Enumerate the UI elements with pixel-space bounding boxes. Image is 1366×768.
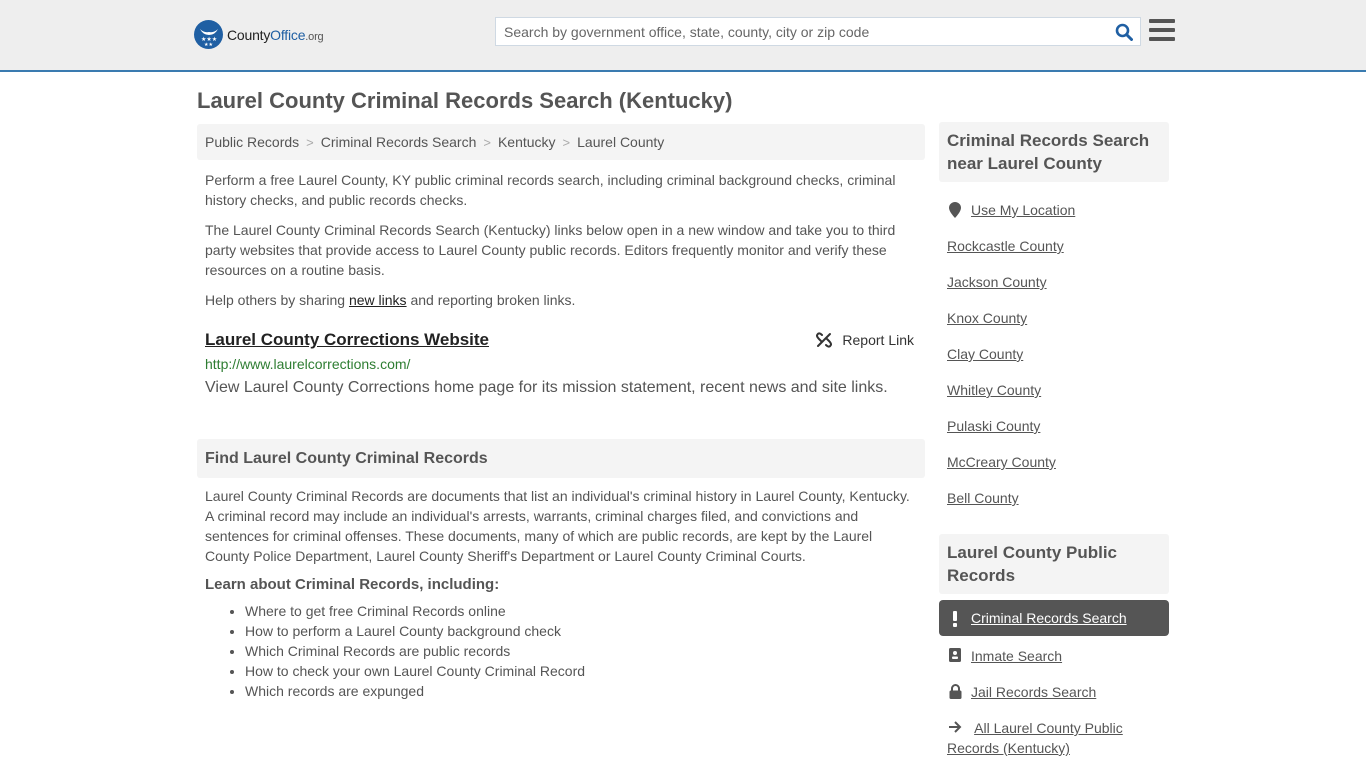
all-public-records-link[interactable]: All Laurel County Public Records (Kentuc… — [947, 720, 1123, 756]
search-bar — [495, 17, 1141, 46]
intro-paragraph: Perform a free Laurel County, KY public … — [205, 172, 896, 208]
nearby-county-link[interactable]: Clay County — [947, 344, 1023, 364]
site-header: ★★★ ★★ CountyOffice.org — [0, 0, 1366, 72]
use-my-location-item: Use My Location — [939, 190, 1169, 226]
logo-text: CountyOffice.org — [227, 26, 324, 43]
nearby-county-item: Knox County — [939, 298, 1169, 334]
resource-link-title[interactable]: Laurel County Corrections Website — [205, 330, 489, 349]
nearby-county-item: Rockcastle County — [939, 226, 1169, 262]
search-icon — [1115, 23, 1133, 41]
site-logo[interactable]: ★★★ ★★ CountyOffice.org — [194, 20, 324, 49]
public-records-heading: Laurel County Public Records — [939, 534, 1169, 594]
breadcrumb-kentucky[interactable]: Kentucky — [498, 134, 556, 150]
breadcrumb-public-records[interactable]: Public Records — [205, 134, 299, 150]
nearby-county-link[interactable]: Rockcastle County — [947, 236, 1064, 256]
resource-link-entry: Laurel County Corrections Website Report… — [205, 330, 917, 397]
hamburger-menu-button[interactable] — [1149, 19, 1175, 43]
logo-county: County — [227, 26, 271, 43]
breadcrumb: Public Records > Criminal Records Search… — [197, 124, 925, 160]
exclamation-icon — [947, 609, 963, 627]
nearby-county-item: McCreary County — [939, 442, 1169, 478]
nearby-list: Use My Location Rockcastle County Jackso… — [939, 190, 1169, 514]
find-records-heading: Find Laurel County Criminal Records — [197, 439, 925, 478]
sidebar-item-jail-records-search[interactable]: Jail Records Search — [939, 672, 1169, 708]
public-records-list: Criminal Records Search Inmate Search Ja… — [939, 600, 1169, 758]
list-item: Which Criminal Records are public record… — [245, 641, 925, 661]
nearby-county-item: Jackson County — [939, 262, 1169, 298]
breadcrumb-separator: > — [562, 134, 571, 150]
hamburger-bar — [1149, 37, 1175, 41]
nearby-county-link[interactable]: Knox County — [947, 308, 1027, 328]
breadcrumb-laurel-county[interactable]: Laurel County — [577, 134, 664, 150]
nearby-county-link[interactable]: McCreary County — [947, 452, 1056, 472]
disclaimer-paragraph: The Laurel County Criminal Records Searc… — [205, 222, 896, 278]
nearby-county-link[interactable]: Whitley County — [947, 380, 1041, 400]
nearby-county-item: Clay County — [939, 334, 1169, 370]
resource-link-description: View Laurel County Corrections home page… — [205, 379, 888, 396]
main-content: Public Records > Criminal Records Search… — [197, 124, 925, 701]
logo-org: .org — [305, 30, 324, 43]
learn-about-list: Where to get free Criminal Records onlin… — [197, 601, 925, 701]
list-item: Which records are expunged — [245, 681, 925, 701]
svg-text:★★: ★★ — [204, 42, 213, 46]
sidebar-item-all-public-records[interactable]: All Laurel County Public Records (Kentuc… — [939, 708, 1169, 758]
nearby-heading: Criminal Records Search near Laurel Coun… — [939, 122, 1169, 182]
nearby-county-item: Whitley County — [939, 370, 1169, 406]
breadcrumb-criminal-records-search[interactable]: Criminal Records Search — [321, 134, 477, 150]
arrow-right-icon — [947, 719, 963, 733]
sidebar-item-criminal-records-search[interactable]: Criminal Records Search — [939, 600, 1169, 636]
logo-office: Office — [270, 26, 306, 43]
nearby-county-link[interactable]: Pulaski County — [947, 416, 1040, 436]
jail-records-search-link[interactable]: Jail Records Search — [971, 682, 1096, 702]
list-item: Where to get free Criminal Records onlin… — [245, 601, 925, 621]
broken-link-icon — [816, 332, 833, 348]
report-link-label: Report Link — [842, 332, 914, 348]
nearby-county-item: Bell County — [939, 478, 1169, 514]
share-paragraph: Help others by sharing new links and rep… — [205, 290, 917, 310]
criminal-records-search-link[interactable]: Criminal Records Search — [971, 608, 1127, 628]
list-item: How to perform a Laurel County backgroun… — [245, 621, 925, 641]
breadcrumb-separator: > — [306, 134, 314, 150]
new-links-link[interactable]: new links — [349, 292, 407, 308]
breadcrumb-separator: > — [483, 134, 491, 150]
use-my-location-link[interactable]: Use My Location — [971, 200, 1075, 220]
resource-link-url[interactable]: http://www.laurelcorrections.com/ — [205, 356, 410, 372]
inmate-search-link[interactable]: Inmate Search — [971, 646, 1062, 666]
learn-about-heading: Learn about Criminal Records, including: — [205, 576, 500, 593]
lock-icon — [947, 682, 963, 699]
page-title: Laurel County Criminal Records Search (K… — [197, 88, 733, 113]
nearby-county-link[interactable]: Jackson County — [947, 272, 1047, 292]
nearby-county-item: Pulaski County — [939, 406, 1169, 442]
list-item: How to check your own Laurel County Crim… — [245, 661, 925, 681]
id-badge-icon — [947, 646, 963, 662]
search-input[interactable] — [496, 18, 1108, 45]
sidebar-item-inmate-search[interactable]: Inmate Search — [939, 636, 1169, 672]
report-link-button[interactable]: Report Link — [816, 332, 914, 348]
map-marker-icon — [947, 200, 963, 218]
hamburger-bar — [1149, 28, 1175, 32]
hamburger-menu-icon — [1149, 19, 1175, 23]
share-text-after: and reporting broken links. — [406, 292, 576, 308]
find-records-paragraph: Laurel County Criminal Records are docum… — [205, 488, 910, 564]
share-text-before: Help others by sharing — [205, 292, 349, 308]
nearby-county-link[interactable]: Bell County — [947, 488, 1019, 508]
search-button[interactable] — [1108, 18, 1140, 45]
sidebar: Criminal Records Search near Laurel Coun… — [939, 122, 1169, 758]
eagle-logo-icon: ★★★ ★★ — [194, 20, 223, 49]
